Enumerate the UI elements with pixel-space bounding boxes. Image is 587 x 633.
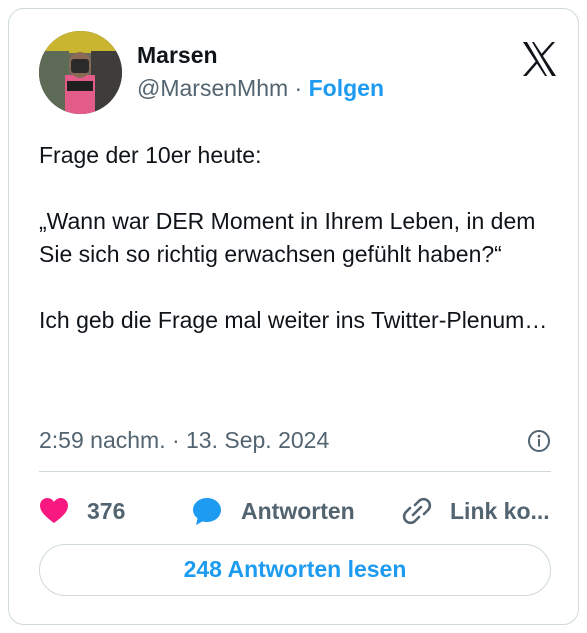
divider bbox=[39, 471, 551, 472]
reply-label: Antworten bbox=[241, 497, 355, 524]
heart-icon bbox=[40, 498, 68, 523]
handle[interactable]: @MarsenMhm bbox=[137, 75, 288, 101]
like-count: 376 bbox=[87, 497, 126, 524]
tweet-text: Frage der 10er heute: „Wann war DER Mome… bbox=[39, 142, 548, 333]
tweet-header: Marsen @MarsenMhm · Folgen bbox=[39, 31, 559, 123]
copy-link-label: Link ko... bbox=[450, 497, 550, 524]
tweet-timestamp[interactable]: 2:59 nachm. · 13. Sep. 2024 bbox=[39, 427, 329, 453]
link-icon bbox=[402, 497, 432, 525]
tweet-actions: 376 Antworten Link ko... bbox=[39, 489, 559, 533]
separator: · bbox=[288, 75, 309, 101]
x-logo-icon[interactable] bbox=[519, 39, 559, 79]
like-button[interactable]: 376 bbox=[39, 489, 125, 533]
tweet-card: Marsen @MarsenMhm · Folgen Frage der 10e… bbox=[8, 8, 579, 625]
tweet-meta: 2:59 nachm. · 13. Sep. 2024 bbox=[39, 423, 559, 457]
follow-link[interactable]: Folgen bbox=[309, 75, 384, 101]
copy-link-button[interactable]: Link ko... bbox=[402, 489, 550, 533]
read-replies-button[interactable]: 248 Antworten lesen bbox=[39, 544, 551, 596]
handle-row: @MarsenMhm · Folgen bbox=[137, 74, 384, 102]
avatar[interactable] bbox=[39, 31, 122, 114]
reply-button[interactable]: Antworten bbox=[191, 489, 355, 533]
display-name[interactable]: Marsen bbox=[137, 41, 384, 69]
avatar-photo bbox=[39, 31, 122, 114]
speech-bubble-icon bbox=[193, 498, 221, 525]
info-icon[interactable] bbox=[527, 428, 551, 452]
author-info: Marsen @MarsenMhm · Folgen bbox=[137, 41, 384, 102]
